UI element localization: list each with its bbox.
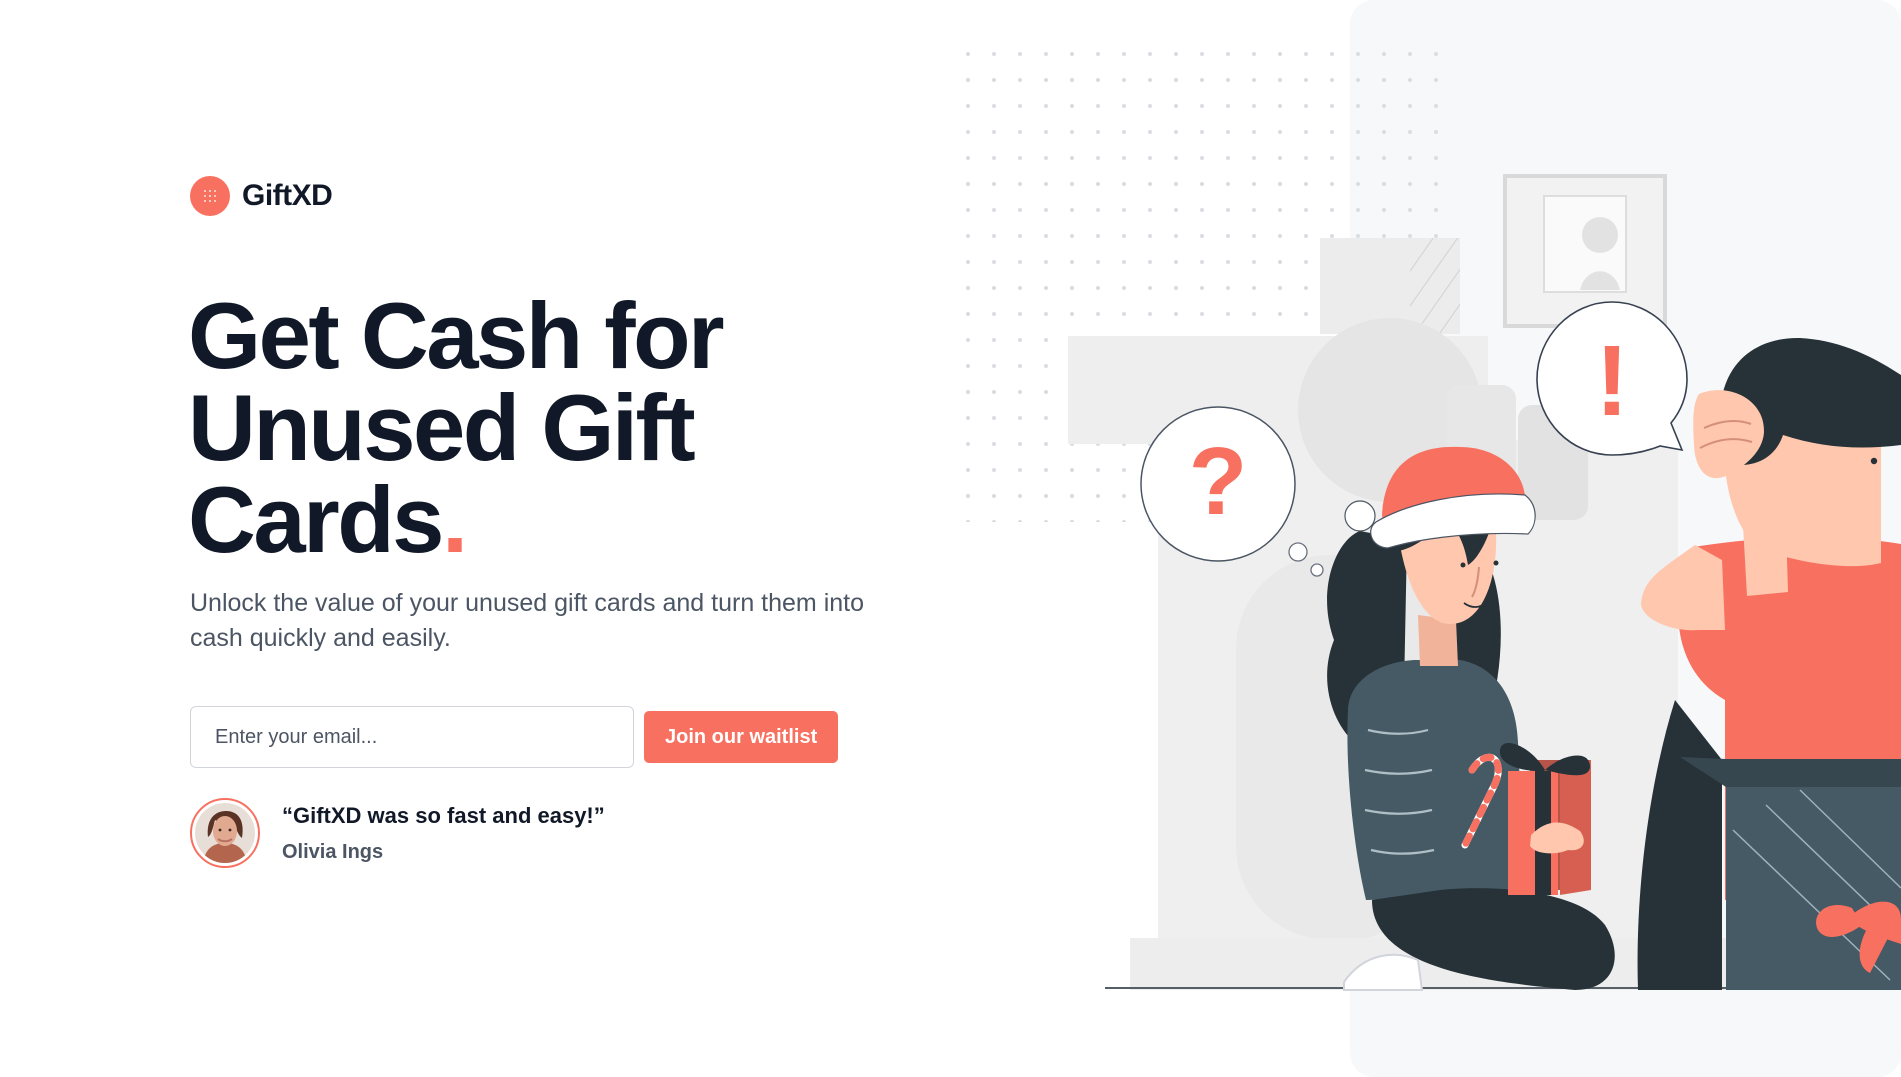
headline-line-1: Get Cash for <box>188 283 725 388</box>
testimonial: “GiftXD was so fast and easy!” Olivia In… <box>190 798 605 868</box>
hero-content: GiftXD Get Cash for Unused Gift Cards. U… <box>188 0 910 1077</box>
brand-name: GiftXD <box>242 179 333 212</box>
customer-photo <box>195 803 255 863</box>
testimonial-author: Olivia Ings <box>282 840 384 863</box>
question-mark-icon: ? <box>1189 428 1248 535</box>
hero-illustration: ? ! <box>940 0 1901 1077</box>
testimonial-text: “GiftXD was so fast and easy!” Olivia In… <box>282 803 605 864</box>
headline-accent-dot: . <box>441 467 468 572</box>
headline-line-3: Cards <box>188 467 444 572</box>
headline-line-2: Unused Gift <box>188 375 696 480</box>
brand-logo[interactable]: GiftXD <box>190 176 333 216</box>
avatar <box>190 798 260 868</box>
exclamation-bubble: ! <box>1536 301 1688 456</box>
hero-subcopy: Unlock the value of your unused gift car… <box>190 589 864 652</box>
waitlist-form: Join our waitlist <box>190 706 839 768</box>
email-input[interactable] <box>190 706 634 768</box>
testimonial-quote: “GiftXD was so fast and easy!” <box>282 802 605 828</box>
join-waitlist-button[interactable]: Join our waitlist <box>644 711 839 763</box>
exclamation-mark-icon: ! <box>1595 325 1628 437</box>
grid-dots-icon <box>190 176 230 216</box>
page-title: Get Cash for Unused Gift Cards. <box>188 289 808 567</box>
gift-surprise-illustration: ? ! <box>950 0 1901 1077</box>
